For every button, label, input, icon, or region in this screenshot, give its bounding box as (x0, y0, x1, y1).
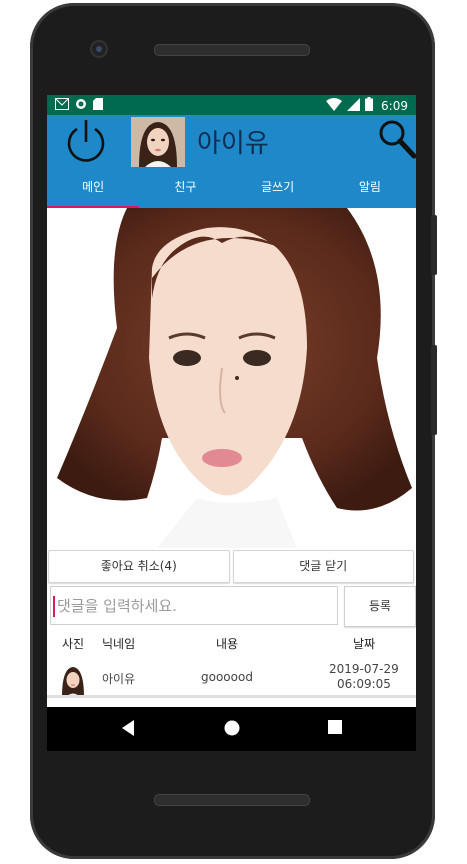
comment-input[interactable]: 댓글을 입력하세요. (50, 586, 338, 625)
comments-table-header: 사진 닉네임 내용 날짜 (47, 635, 416, 657)
app-title: 아이유 (197, 129, 269, 159)
bottom-speaker (154, 794, 310, 806)
comment-placeholder: 댓글을 입력하세요. (57, 597, 177, 615)
profile-avatar[interactable] (131, 117, 185, 167)
tab-notifications[interactable]: 알림 (324, 167, 416, 208)
comment-content: goooood (201, 670, 253, 684)
post-photo (47, 208, 416, 548)
header-nickname: 닉네임 (102, 637, 136, 651)
battery-icon (365, 97, 374, 114)
signal-icon (347, 97, 361, 114)
unlike-button[interactable]: 좋아요 취소(4) (48, 550, 230, 583)
sync-icon (75, 98, 87, 113)
search-icon[interactable] (377, 118, 416, 160)
system-nav-bar (47, 707, 416, 751)
submit-comment-button[interactable]: 등록 (344, 586, 416, 627)
gmail-icon (55, 98, 69, 113)
wifi-icon (326, 97, 343, 114)
table-row: 아이유 goooood 2019-07-29 06:09:05 (47, 661, 416, 697)
volume-button (431, 215, 437, 275)
front-camera (92, 42, 106, 56)
header-date: 날짜 (353, 637, 376, 651)
comment-time: 06:09:05 (337, 677, 391, 691)
post-action-row: 좋아요 취소(4) 댓글 닫기 (48, 550, 414, 583)
sdcard-icon (93, 98, 103, 113)
back-icon[interactable] (120, 719, 136, 741)
tab-bar: 메인 친구 글쓰기 알림 (47, 167, 416, 208)
list-divider (47, 695, 416, 698)
earpiece-speaker (154, 44, 310, 56)
status-time: 6:09 (381, 98, 408, 113)
close-comments-button[interactable]: 댓글 닫기 (232, 550, 414, 583)
comment-form: 댓글을 입력하세요. 등록 (50, 586, 416, 627)
tab-main[interactable]: 메인 (47, 167, 140, 208)
recents-icon[interactable] (327, 719, 343, 739)
tab-write[interactable]: 글쓰기 (232, 167, 324, 208)
tab-friends[interactable]: 친구 (139, 167, 231, 208)
header-content: 내용 (216, 637, 239, 651)
status-bar: 6:09 (47, 95, 416, 115)
text-cursor (53, 596, 55, 617)
power-icon[interactable] (63, 117, 109, 163)
power-side-button (431, 345, 437, 435)
comment-date: 2019-07-29 (329, 662, 399, 676)
comment-nickname: 아이유 (102, 672, 136, 686)
app-bar: 아이유 (47, 115, 416, 167)
app-screen: 6:09 아이유 메인 친구 글쓰기 알림 좋아요 취소(4) 댓글 닫기 댓글… (47, 95, 416, 707)
home-icon[interactable] (223, 719, 241, 741)
header-photo: 사진 (62, 637, 85, 651)
comment-avatar (59, 665, 87, 697)
